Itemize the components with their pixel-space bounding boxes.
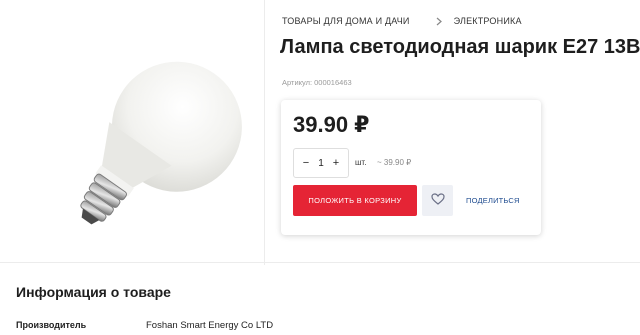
product-sku: Артикул: 000016463 [282, 78, 352, 87]
product-info-heading: Информация о товаре [16, 284, 171, 300]
chevron-right-icon [436, 17, 442, 26]
divider [0, 262, 640, 263]
quantity-increase-button[interactable]: + [330, 157, 342, 169]
breadcrumb: ТОВАРЫ ДЛЯ ДОМА И ДАЧИ ЭЛЕКТРОНИКА [282, 16, 522, 26]
wishlist-button[interactable] [422, 185, 453, 216]
heart-icon [430, 192, 445, 210]
quantity-stepper: − 1 + [293, 148, 349, 178]
breadcrumb-item-home-garden[interactable]: ТОВАРЫ ДЛЯ ДОМА И ДАЧИ [282, 16, 410, 26]
page-title: Лампа светодиодная шарик Е27 13Вт [280, 36, 640, 58]
divider [264, 0, 265, 265]
spec-value-manufacturer: Foshan Smart Energy Co LTD [146, 320, 274, 331]
quantity-decrease-button[interactable]: − [300, 157, 312, 169]
breadcrumb-item-electronics[interactable]: ЭЛЕКТРОНИКА [454, 16, 522, 26]
add-to-cart-button[interactable]: ПОЛОЖИТЬ В КОРЗИНУ [293, 185, 417, 216]
product-price: 39.90 ₽ [293, 112, 370, 137]
product-image [18, 30, 258, 230]
buy-box: 39.90 ₽ − 1 + шт. ~ 39.90 ₽ ПОЛОЖИТЬ В К… [281, 100, 541, 235]
share-link[interactable]: ПОДЕЛИТЬСЯ [466, 196, 520, 205]
quantity-value[interactable]: 1 [318, 158, 324, 169]
quantity-total: ~ 39.90 ₽ [377, 158, 412, 167]
quantity-unit: шт. [355, 158, 367, 167]
spec-label-manufacturer: Производитель [16, 320, 87, 330]
